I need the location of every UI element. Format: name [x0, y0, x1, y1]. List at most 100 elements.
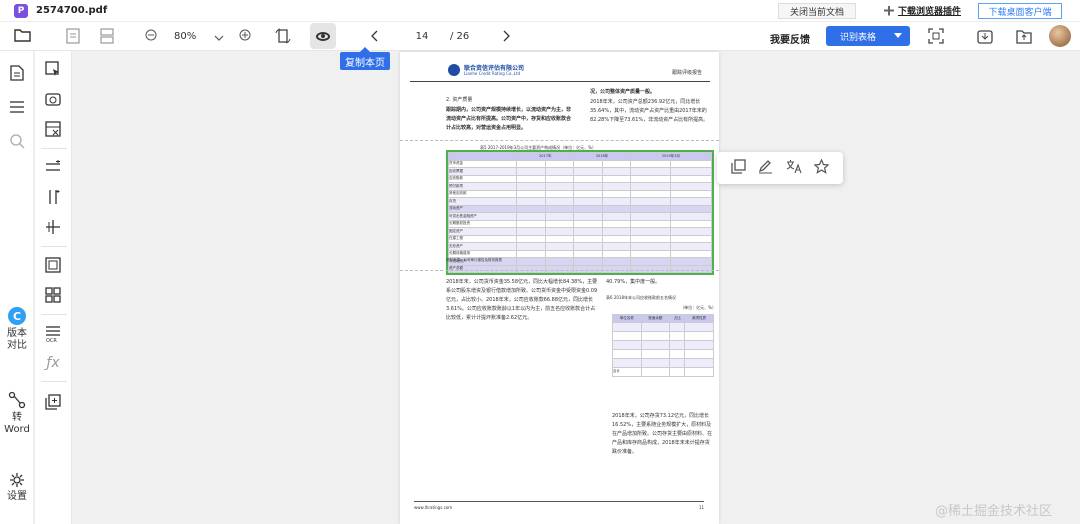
table-cell: [516, 182, 546, 191]
insert-column-icon[interactable]: [45, 189, 61, 205]
table-cell: [601, 227, 631, 236]
file-name: 2574700.pdf: [36, 5, 108, 16]
fullscreen-icon[interactable]: [928, 28, 944, 47]
sidebar-convert-word[interactable]: 转 Word: [0, 391, 34, 436]
table-row: 资产总额: [447, 264, 712, 273]
star-icon[interactable]: [813, 158, 830, 178]
folder-icon[interactable]: [14, 27, 31, 45]
table-row-label: 可供出售金融资产: [447, 212, 518, 221]
table-cell: [516, 264, 546, 273]
view-mode-button[interactable]: [310, 23, 336, 49]
single-page-icon[interactable]: [66, 28, 80, 47]
next-page-icon[interactable]: [502, 30, 510, 45]
copy-page-button[interactable]: 复制本页: [340, 47, 390, 70]
table-header-cell: 款项性质: [684, 314, 714, 323]
table-row-label: 其他应收款: [447, 189, 518, 198]
zoom-out-icon[interactable]: [145, 29, 157, 44]
table-cell: [629, 197, 672, 206]
table-cell: [516, 197, 546, 206]
insert-row-icon[interactable]: [45, 159, 61, 175]
copy-page-icon[interactable]: [45, 394, 61, 410]
table-cell: [670, 257, 712, 266]
convert-icon: [8, 391, 26, 409]
formula-icon[interactable]: ƒx: [45, 355, 61, 371]
sidebar-version-compare[interactable]: C 版本 对比: [0, 307, 34, 352]
edit-pen-icon[interactable]: [758, 159, 773, 178]
left-column-bottom: 2018年末，公司货币资金35.58亿元，同比大幅增长84.38%，主要系公司股…: [446, 278, 598, 324]
close-document-button[interactable]: 关闭当前文档: [778, 3, 856, 19]
receivables-top5-table[interactable]: 单位名称 账面余额 占比 款项性质 合计: [612, 314, 714, 377]
grid-icon[interactable]: [45, 287, 61, 303]
download-plugin-label: 下载浏览器插件: [898, 7, 962, 17]
table-cell: [629, 204, 672, 213]
table-cell: [670, 189, 712, 198]
table-cell: [544, 264, 575, 273]
table-row: [612, 339, 714, 350]
screenshot-icon[interactable]: [45, 91, 61, 107]
table-cell: [573, 242, 603, 251]
select-region-icon[interactable]: [45, 61, 61, 77]
table-cell: [544, 204, 575, 213]
compare-icon: C: [8, 307, 26, 325]
sidebar-document[interactable]: [0, 65, 34, 81]
document-page: 联合资信评估有限公司 Lianhe Credit Rating Co.,Ltd …: [400, 52, 719, 524]
table-cell: [601, 159, 631, 168]
table-cell: [684, 348, 714, 359]
table-delete-icon[interactable]: [45, 121, 61, 137]
table-cell: [544, 249, 575, 258]
gear-icon: [10, 473, 24, 487]
double-page-icon[interactable]: [100, 28, 114, 47]
table-cell: [612, 321, 642, 332]
sidebar-search[interactable]: [0, 134, 34, 149]
page-number-input[interactable]: 14: [402, 27, 442, 45]
table-cell: [629, 189, 672, 198]
translate-icon[interactable]: [786, 159, 802, 178]
table-cell: [670, 219, 712, 228]
table-cell: [670, 204, 712, 213]
main-toolbar: 80% 14 / 26 我要反馈 识别表格: [0, 22, 1080, 51]
table1-note: 资料来源：公司审计报告及财务报表: [446, 258, 502, 262]
recognize-table-label: 识别表格: [840, 32, 877, 43]
previous-page-icon[interactable]: [371, 30, 379, 45]
table-cell: [669, 357, 686, 368]
table-cell: [544, 257, 575, 266]
copy-icon[interactable]: [731, 158, 746, 178]
asset-structure-table[interactable]: 2017年 2018年 2019年3月 货币资金 应收票据 应收账款 预付款项 其他应收款 存货…: [446, 150, 714, 275]
page-footer: www.lhratings.com 11: [414, 501, 704, 510]
table-row: 在建工程: [447, 234, 712, 243]
ocr-icon[interactable]: OCR: [45, 325, 61, 344]
table-cell: [640, 357, 671, 368]
zoom-dropdown-icon[interactable]: [214, 30, 224, 45]
download-client-button[interactable]: 下载桌面客户端: [978, 3, 1062, 19]
download-icon[interactable]: [977, 28, 993, 47]
download-plugin-link[interactable]: 下载浏览器插件: [884, 4, 961, 17]
table-cell: [573, 182, 603, 191]
caret-down-icon[interactable]: [894, 33, 902, 38]
table-cell: [516, 167, 546, 176]
table-row: 应收票据: [447, 167, 712, 176]
zoom-level[interactable]: 80%: [174, 31, 196, 42]
concentration-text: 40.79%，集中度一般。: [606, 279, 661, 285]
receivables-top5-grid: 单位名称 账面余额 占比 款项性质 合计: [612, 314, 714, 377]
split-cell-icon[interactable]: [45, 219, 61, 235]
rotate-icon[interactable]: [274, 27, 292, 48]
save-folder-icon[interactable]: [1016, 28, 1032, 47]
sidebar-settings[interactable]: 设置: [0, 472, 34, 503]
convert-word-label: 转 Word: [4, 412, 30, 435]
table-cell: [629, 227, 672, 236]
feedback-link[interactable]: 我要反馈: [770, 31, 810, 46]
document-icon: [10, 65, 24, 81]
table-row: 货币资金: [447, 159, 712, 168]
user-avatar[interactable]: [1049, 25, 1071, 47]
table-cell: [516, 249, 546, 258]
table-cell: [670, 174, 712, 183]
table-row: 存货: [447, 197, 712, 206]
crop-icon[interactable]: [45, 257, 61, 273]
table-cell: [544, 212, 575, 221]
table-cell: [601, 197, 631, 206]
table-cell: [669, 321, 686, 332]
sidebar-outline[interactable]: [0, 100, 34, 114]
zoom-in-icon[interactable]: [239, 29, 251, 44]
recognize-table-button[interactable]: 识别表格: [826, 26, 910, 46]
table-cell: [629, 249, 672, 258]
